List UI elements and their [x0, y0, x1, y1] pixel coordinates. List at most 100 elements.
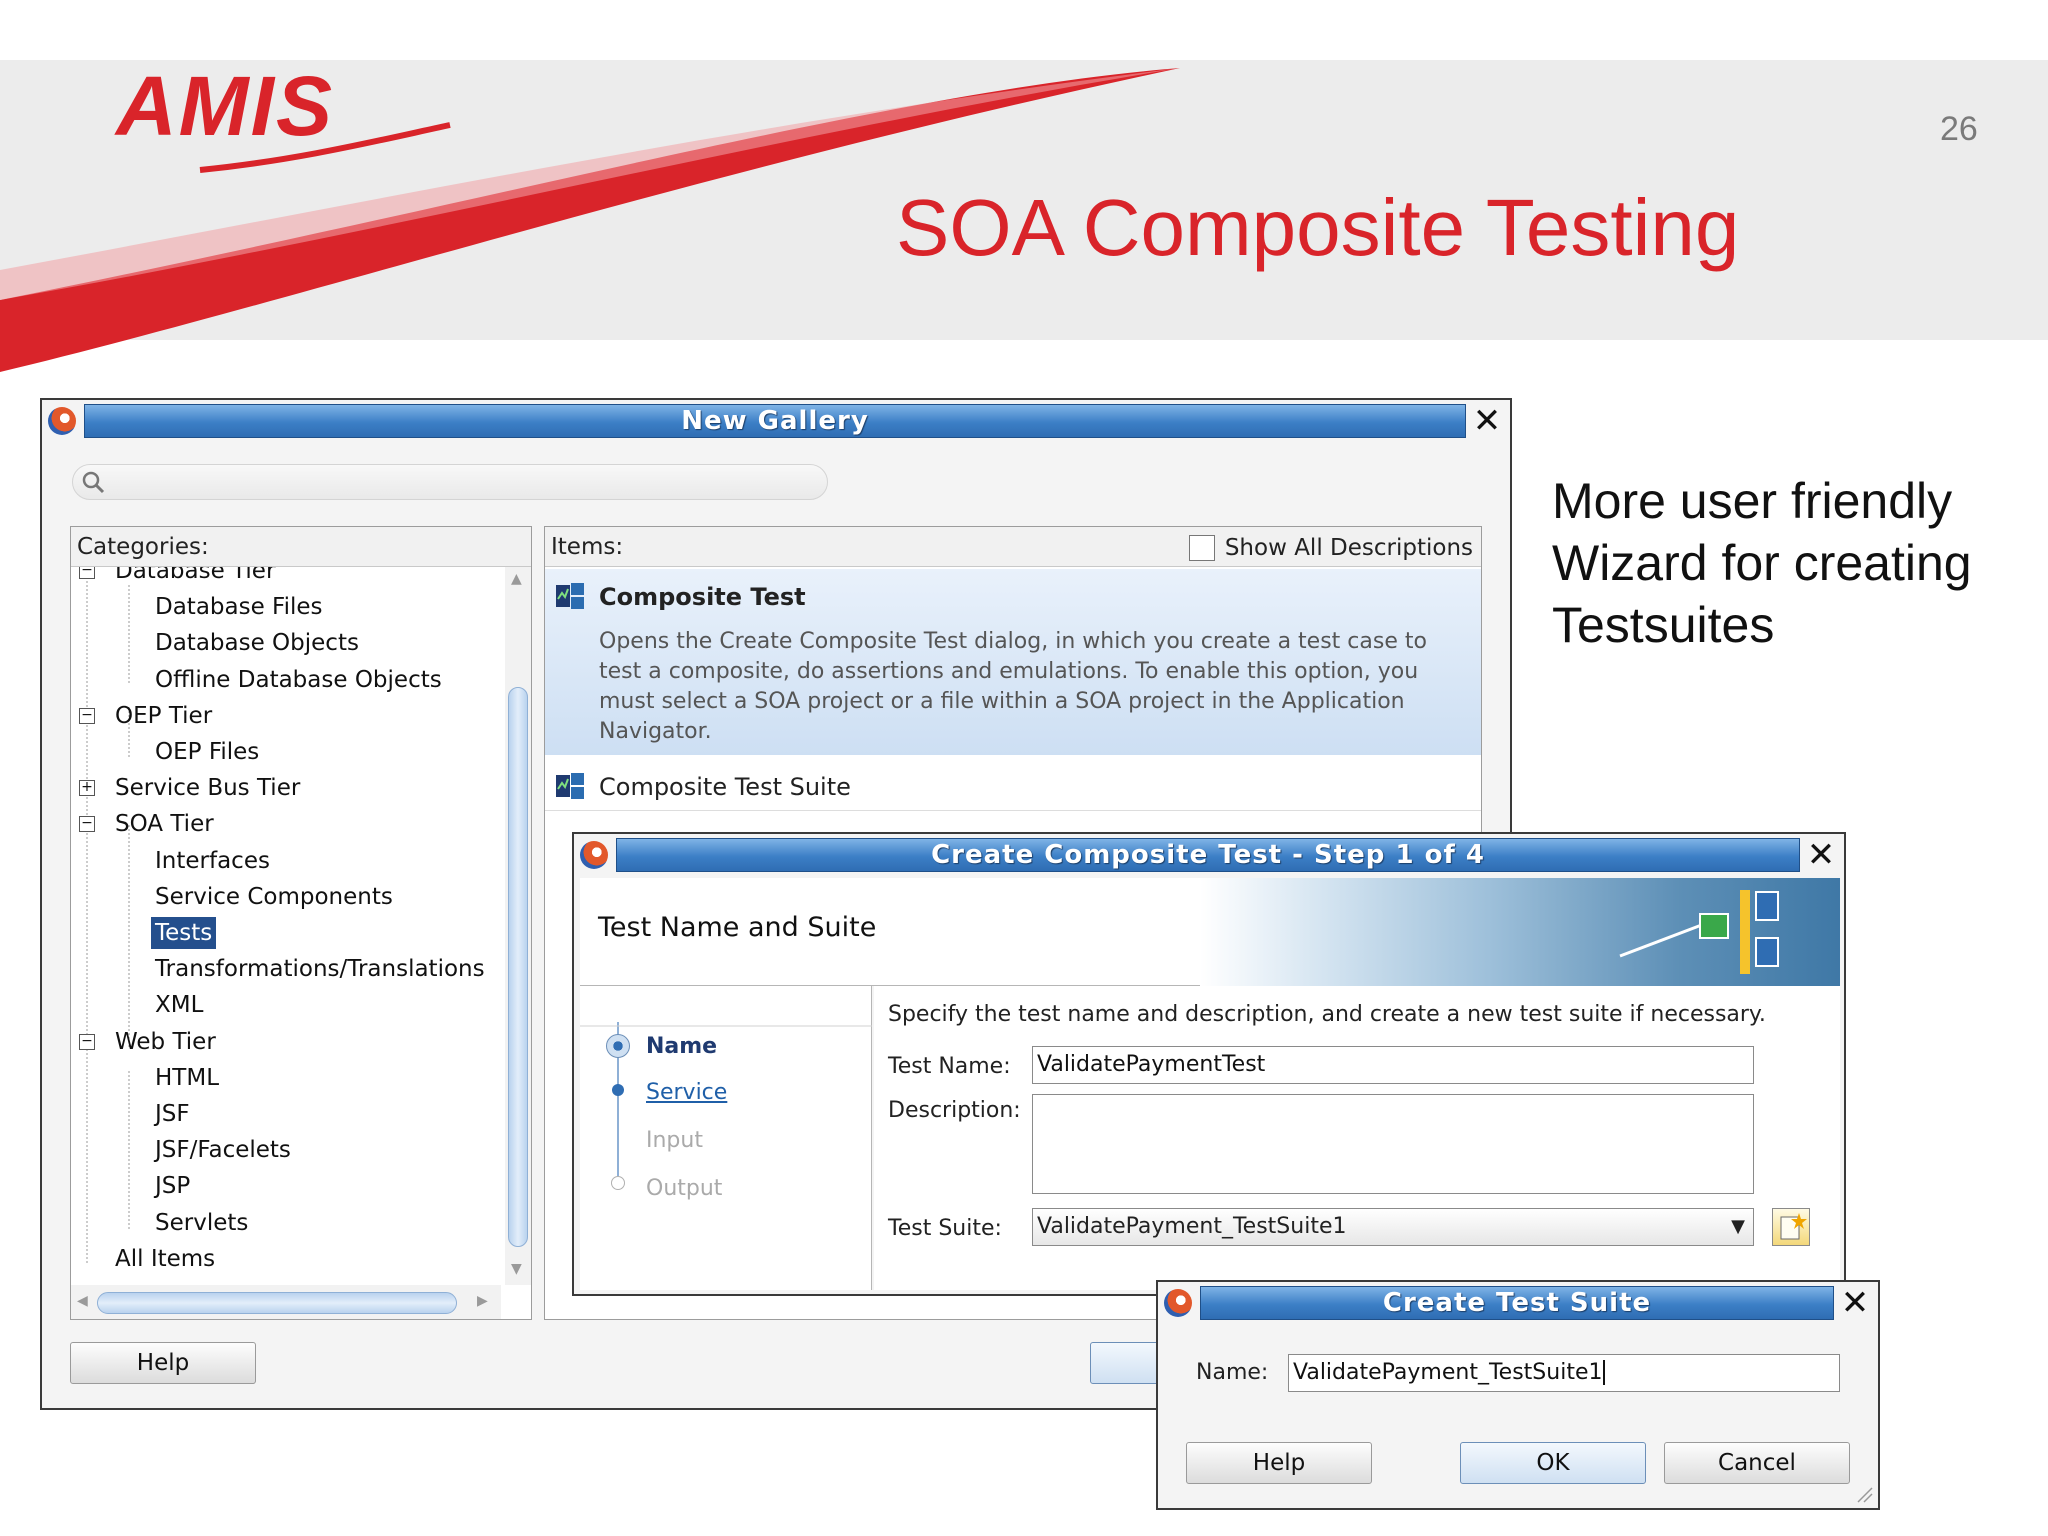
tree-expander-icon[interactable]: −: [79, 816, 95, 833]
side-note-line: More user friendly: [1552, 473, 1953, 529]
tree-item[interactable]: JSF: [155, 1098, 190, 1130]
item-composite-test[interactable]: Composite Test Opens the Create Composit…: [545, 569, 1481, 755]
new-test-suite-button[interactable]: [1772, 1208, 1810, 1246]
cancel-button[interactable]: Cancel: [1664, 1442, 1850, 1484]
ok-button[interactable]: OK: [1460, 1442, 1646, 1484]
tree-expander-icon[interactable]: +: [79, 780, 95, 797]
suite-name-input[interactable]: ValidatePayment_TestSuite1: [1288, 1354, 1840, 1392]
category-tree[interactable]: − Database Tier Database Files Database Obj…: [71, 567, 501, 1285]
slide-number: 26: [1940, 110, 1978, 148]
search-input[interactable]: [72, 464, 828, 500]
wizard-banner: Test Name and Suite: [580, 878, 1840, 986]
tree-item[interactable]: Tests: [151, 917, 217, 949]
tree-item[interactable]: Interfaces: [155, 845, 270, 877]
tree-item[interactable]: Offline Database Objects: [155, 664, 442, 696]
current-step-icon: [606, 1034, 630, 1058]
composite-test-icon: [556, 583, 584, 609]
horizontal-scrollbar[interactable]: ◀ ▶: [71, 1285, 501, 1319]
side-note: More user friendly Wizard for creating T…: [1552, 470, 2032, 656]
tree-item[interactable]: HTML: [155, 1062, 219, 1094]
step-dot-icon: [612, 1084, 624, 1096]
title-strip[interactable]: Create Test Suite: [1200, 1286, 1834, 1320]
banner-graphic: [1200, 878, 1840, 986]
tree-item[interactable]: SOA Tier: [115, 808, 214, 840]
titlebar: Create Composite Test - Step 1 of 4 ✕: [574, 834, 1844, 876]
scroll-thumb[interactable]: [508, 687, 528, 1247]
wizard-graphic-icon: [1619, 890, 1779, 974]
suite-name-label: Name:: [1196, 1360, 1269, 1385]
item-title: Composite Test: [599, 583, 806, 611]
tree-item[interactable]: Database Files: [155, 591, 323, 623]
tree-item[interactable]: XML: [155, 989, 203, 1021]
tree-item[interactable]: JSP: [155, 1170, 190, 1202]
test-suite-value: ValidatePayment_TestSuite1: [1037, 1214, 1347, 1239]
create-composite-test-window: Create Composite Test - Step 1 of 4 ✕ Te…: [572, 832, 1846, 1296]
slide-title: SOA Composite Testing: [896, 183, 1740, 272]
side-note-line: Wizard for creating: [1552, 535, 1972, 591]
scroll-up-icon[interactable]: ▲: [511, 571, 522, 587]
test-suite-label: Test Suite:: [888, 1216, 1002, 1241]
side-note-line: Testsuites: [1552, 597, 1775, 653]
tree-item[interactable]: JSF/Facelets: [155, 1134, 291, 1166]
step-dot-icon: [611, 1176, 625, 1190]
amis-logo: AMIS: [116, 59, 334, 153]
oracle-icon: [580, 841, 608, 869]
close-icon[interactable]: ✕: [1470, 404, 1504, 438]
show-all-descriptions-checkbox[interactable]: Show All Descriptions: [1188, 535, 1473, 561]
close-icon[interactable]: ✕: [1804, 838, 1838, 872]
help-button[interactable]: Help: [1186, 1442, 1372, 1484]
oracle-icon: [1164, 1289, 1192, 1317]
vertical-scrollbar[interactable]: ▲ ▼: [505, 567, 531, 1285]
suite-name-value: ValidatePayment_TestSuite1: [1293, 1360, 1603, 1385]
tree-item[interactable]: Web Tier: [115, 1026, 216, 1058]
tree-item[interactable]: Transformations/Translations: [155, 953, 485, 985]
scroll-thumb[interactable]: [97, 1292, 457, 1314]
text-cursor: [1603, 1360, 1606, 1385]
test-suite-select[interactable]: ValidatePayment_TestSuite1 ▼: [1032, 1208, 1754, 1246]
tree-item[interactable]: Database Objects: [155, 627, 359, 659]
window-title: Create Composite Test - Step 1 of 4: [931, 840, 1485, 870]
create-test-suite-window: Create Test Suite ✕ Name: ValidatePaymen…: [1156, 1280, 1880, 1510]
help-button[interactable]: Help: [70, 1342, 256, 1384]
wizard-form: Specify the test name and description, a…: [874, 986, 1840, 1290]
tree-item[interactable]: OEP Files: [155, 736, 259, 768]
tree-item[interactable]: Service Components: [155, 881, 393, 913]
tree-item[interactable]: Database Tier: [115, 567, 275, 587]
resize-grip-icon[interactable]: [1854, 1484, 1874, 1504]
step-connector: [580, 1022, 872, 1176]
scroll-down-icon[interactable]: ▼: [511, 1261, 522, 1277]
search-icon: [82, 471, 105, 494]
titlebar: Create Test Suite ✕: [1158, 1282, 1878, 1324]
item-composite-test-suite[interactable]: Composite Test Suite: [545, 761, 1481, 811]
scroll-left-icon[interactable]: ◀: [77, 1293, 88, 1309]
scroll-right-icon[interactable]: ▶: [477, 1293, 488, 1309]
composite-test-suite-icon: [556, 773, 584, 799]
step-output: Output: [646, 1176, 723, 1201]
wizard-steps: Name Service Input Output: [580, 986, 872, 1290]
checkbox-icon[interactable]: [1188, 535, 1215, 561]
test-name-label: Test Name:: [888, 1054, 1011, 1079]
tree-expander-icon[interactable]: −: [79, 1033, 95, 1050]
new-suite-icon: [1780, 1213, 1807, 1240]
oracle-icon: [48, 407, 76, 435]
window-title: New Gallery: [681, 406, 869, 436]
description-textarea[interactable]: [1032, 1094, 1754, 1194]
close-icon[interactable]: ✕: [1838, 1286, 1872, 1320]
step-input: Input: [646, 1128, 703, 1153]
step-name[interactable]: Name: [646, 1034, 717, 1059]
tree-item[interactable]: Service Bus Tier: [115, 772, 300, 804]
tree-expander-icon[interactable]: −: [79, 707, 95, 724]
test-name-input[interactable]: ValidatePaymentTest: [1032, 1046, 1754, 1084]
item-title: Composite Test Suite: [599, 773, 851, 801]
tree-item[interactable]: OEP Tier: [115, 700, 212, 732]
tree-item[interactable]: All Items: [115, 1243, 215, 1275]
title-strip[interactable]: Create Composite Test - Step 1 of 4: [616, 838, 1800, 872]
step-service[interactable]: Service: [646, 1080, 727, 1105]
tree-expander-icon[interactable]: −: [79, 567, 95, 579]
slide-header: AMIS 26 SOA Composite Testing: [0, 0, 2048, 380]
tree-item[interactable]: Servlets: [155, 1207, 248, 1239]
title-strip[interactable]: New Gallery: [84, 404, 1466, 438]
instruction-text: Specify the test name and description, a…: [888, 1002, 1766, 1027]
chevron-down-icon: ▼: [1731, 1216, 1745, 1237]
description-label: Description:: [888, 1098, 1021, 1123]
